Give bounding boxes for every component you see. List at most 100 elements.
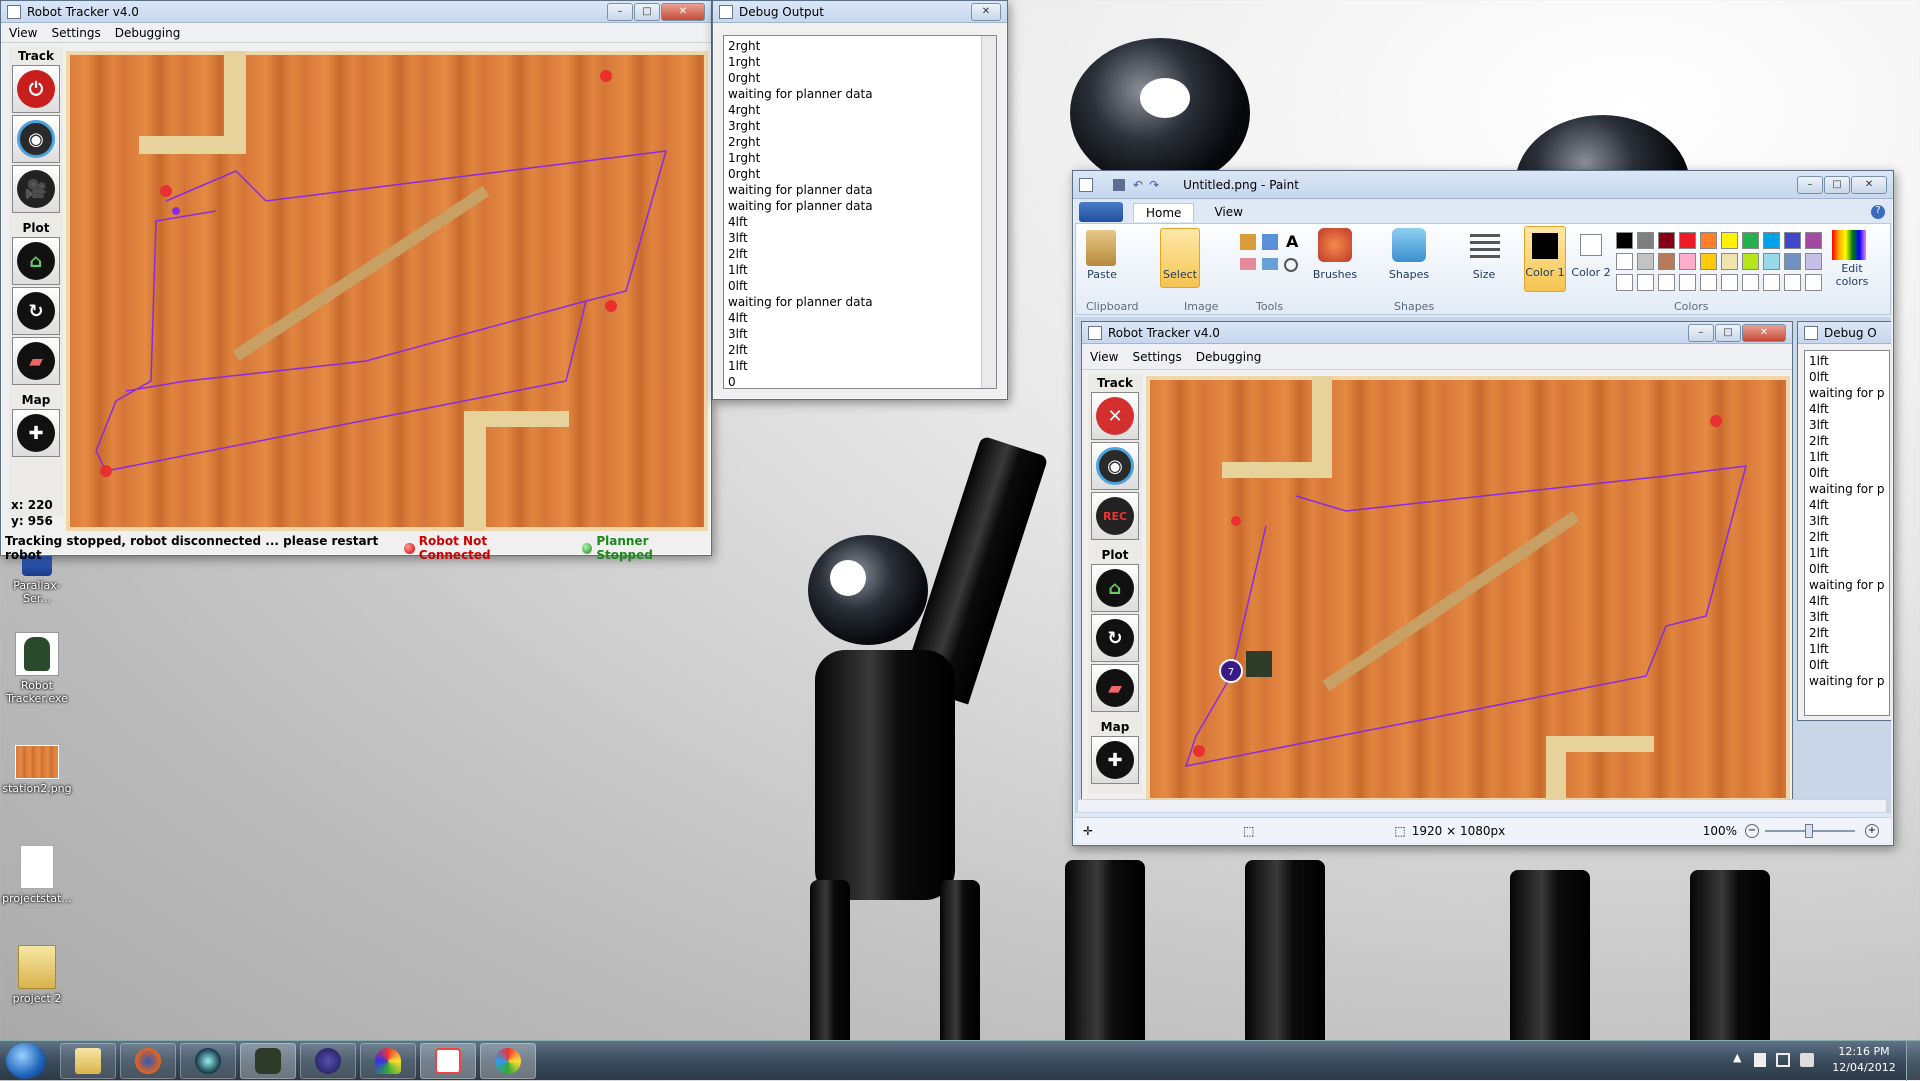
palette-swatch-empty[interactable] [1805,274,1822,291]
zoom-slider-thumb[interactable] [1805,823,1813,838]
palette-swatch[interactable] [1616,232,1633,249]
connect-button[interactable]: ⏻ [12,65,60,113]
palette-swatch-empty[interactable] [1700,274,1717,291]
help-icon[interactable]: ? [1871,205,1885,219]
file-menu-button[interactable] [1079,202,1123,222]
show-desktop-button[interactable] [1906,1041,1920,1081]
color1-button[interactable] [1524,226,1566,292]
taskbar-robot-tracker[interactable] [240,1043,296,1079]
palette-swatch[interactable] [1784,232,1801,249]
eraser-button[interactable]: ▰ [12,337,60,385]
minimize-button[interactable]: – [1797,175,1823,194]
magnifier-icon[interactable] [1284,258,1298,272]
palette-swatch[interactable] [1658,253,1675,270]
palette-swatch-empty[interactable] [1742,274,1759,291]
ribbon: Paste Select A Brushes Shapes Size Color… [1075,223,1891,315]
picker-icon[interactable] [1262,258,1278,270]
palette-swatch[interactable] [1700,232,1717,249]
map-button[interactable]: ✚ [12,409,60,457]
title-bar[interactable]: Debug Output ✕ [713,1,1007,23]
eraser-tool-icon[interactable] [1240,258,1256,270]
zoom-slider[interactable] [1765,823,1855,838]
palette-swatch-empty[interactable] [1616,274,1633,291]
zoom-in-button[interactable]: + [1865,823,1879,838]
palette-swatch-empty[interactable] [1763,274,1780,291]
palette-swatch[interactable] [1742,253,1759,270]
close-button[interactable]: ✕ [1851,175,1887,194]
maximize-button[interactable]: □ [1824,175,1850,194]
taskbar-firefox[interactable] [120,1043,176,1079]
tray-network-icon[interactable] [1776,1053,1790,1067]
palette-swatch[interactable] [1637,232,1654,249]
palette-swatch[interactable] [1763,253,1780,270]
palette-swatch[interactable] [1763,232,1780,249]
size-button[interactable] [1470,234,1500,258]
menu-debugging[interactable]: Debugging [115,26,181,40]
desktop-icon-projectstat[interactable]: projectstat... [2,845,72,905]
palette-swatch-empty[interactable] [1679,274,1696,291]
palette-swatch[interactable] [1805,232,1822,249]
paste-button[interactable] [1086,230,1116,266]
palette-swatch[interactable] [1784,253,1801,270]
palette-swatch[interactable] [1742,232,1759,249]
palette-swatch[interactable] [1679,253,1696,270]
plot-rotate-button[interactable]: ↻ [12,287,60,335]
text-icon[interactable]: A [1286,232,1298,251]
palette-swatch[interactable] [1658,232,1675,249]
edit-colors-button[interactable] [1832,230,1866,260]
palette-swatch-empty[interactable] [1637,274,1654,291]
palette-swatch[interactable] [1637,253,1654,270]
camera-button[interactable]: ◉ [12,115,60,163]
record-button[interactable]: 🎥 [12,165,60,213]
desktop-icon-label: projectstat... [2,892,72,905]
plot-path-button[interactable]: ⌂ [12,237,60,285]
path-icon: ⌂ [17,242,55,280]
fill-icon[interactable] [1262,234,1278,250]
taskbar-paint[interactable] [480,1043,536,1079]
palette-swatch-empty[interactable] [1721,274,1738,291]
menu-settings[interactable]: Settings [51,26,100,40]
shapes-button[interactable] [1392,228,1426,262]
tray-arrow-icon[interactable]: ▲ [1733,1051,1741,1064]
close-button[interactable]: ✕ [661,2,705,21]
pencil-icon[interactable] [1240,234,1256,250]
tray-volume-icon[interactable] [1800,1053,1814,1067]
taskbar-webcam[interactable] [180,1043,236,1079]
debug-output-list[interactable]: 2rght 1rght 0rght waiting for planner data 4… [723,35,997,389]
title-bar[interactable]: Robot Tracker v4.0 – □ ✕ [1,1,711,23]
palette-swatch[interactable] [1679,232,1696,249]
undo-icon[interactable]: ↶ [1133,178,1143,192]
palette-swatch-empty[interactable] [1784,274,1801,291]
desktop-icon-project2[interactable]: project 2 [2,945,72,1005]
tray-flag-icon[interactable] [1754,1053,1766,1067]
menu-view[interactable]: View [9,26,37,40]
cursor-position-icon: ✛ [1083,823,1094,838]
desktop-icon-robot-tracker[interactable]: Robot Tracker.exe [2,632,72,705]
taskbar-umbrella[interactable] [360,1043,416,1079]
taskbar-java[interactable] [420,1043,476,1079]
debug-scrollbar[interactable] [981,36,996,388]
brushes-button[interactable] [1318,228,1352,262]
maximize-button[interactable]: □ [634,2,660,21]
close-button[interactable]: ✕ [971,2,1001,21]
redo-icon[interactable]: ↷ [1149,178,1159,192]
palette-swatch[interactable] [1721,232,1738,249]
tab-view[interactable]: View [1202,203,1254,221]
tray-clock[interactable]: 12:16 PM 12/04/2012 [1828,1044,1900,1076]
palette-swatch-empty[interactable] [1658,274,1675,291]
taskbar-eclipse[interactable] [300,1043,356,1079]
tab-home[interactable]: Home [1133,202,1195,222]
minimize-button[interactable]: – [607,2,633,21]
desktop-icon-station2[interactable]: station2.png [2,745,72,795]
title-bar[interactable]: ↶ ↷ Untitled.png - Paint – □ ✕ [1073,171,1893,199]
zoom-out-button[interactable]: − [1745,823,1759,838]
palette-swatch[interactable] [1700,253,1717,270]
save-icon[interactable] [1113,178,1125,191]
palette-swatch[interactable] [1721,253,1738,270]
start-button[interactable] [6,1043,46,1079]
palette-swatch[interactable] [1616,253,1633,270]
palette-swatch[interactable] [1805,253,1822,270]
paint-hscrollbar[interactable] [1077,799,1887,813]
color2-button[interactable] [1570,226,1612,292]
taskbar-explorer[interactable] [60,1043,116,1079]
